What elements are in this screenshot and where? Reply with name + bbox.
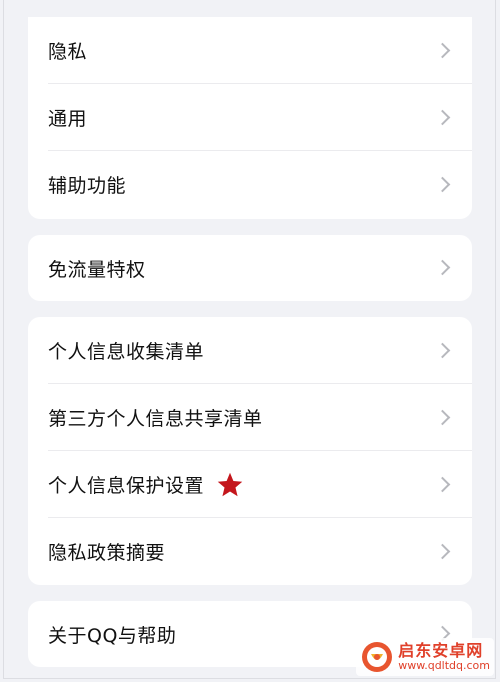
- settings-item-label: 个人信息保护设置: [48, 475, 205, 497]
- chevron-right-icon: [434, 543, 451, 559]
- chevron-right-icon: [434, 259, 451, 276]
- settings-item-label: 通用: [48, 108, 88, 130]
- settings-item-label: 关于QQ与帮助: [48, 624, 177, 647]
- chevron-right-icon: [434, 176, 451, 192]
- chevron-right-icon: [434, 476, 451, 492]
- settings-item-info-collection-list[interactable]: 个人信息收集清单: [28, 317, 472, 384]
- chevron-right-icon: [434, 342, 451, 358]
- settings-item-third-party-sharing-list[interactable]: 第三方个人信息共享清单: [28, 384, 472, 451]
- chevron-right-icon: [434, 409, 451, 425]
- chevron-right-icon: [434, 109, 451, 125]
- settings-item-label: 辅助功能: [48, 175, 127, 197]
- watermark-url: www.qdltdq.com: [398, 659, 490, 672]
- settings-item-label: 免流量特权: [48, 258, 146, 281]
- settings-item-privacy-policy-summary[interactable]: 隐私政策摘要: [28, 518, 472, 585]
- settings-item-label: 第三方个人信息共享清单: [48, 408, 263, 430]
- settings-item-privacy[interactable]: 隐私: [28, 17, 472, 84]
- watermark: 启东安卓网 www.qdltdq.com: [356, 638, 494, 676]
- settings-item-info-protection[interactable]: 个人信息保护设置: [28, 451, 472, 518]
- settings-item-accessibility[interactable]: 辅助功能: [28, 151, 472, 218]
- watermark-title: 启东安卓网: [398, 641, 484, 660]
- settings-item-label: 个人信息收集清单: [48, 341, 205, 363]
- settings-group-data: 免流量特权: [28, 235, 472, 301]
- star-icon: [217, 472, 243, 496]
- watermark-logo-icon: [362, 642, 393, 672]
- settings-item-label: 隐私: [48, 41, 88, 63]
- settings-group-personal-info: 个人信息收集清单 第三方个人信息共享清单 个人信息保护设置 隐私政策摘要: [28, 317, 472, 585]
- settings-item-label: 隐私政策摘要: [48, 542, 166, 564]
- settings-item-free-data[interactable]: 免流量特权: [28, 235, 472, 301]
- settings-group-general: 隐私 通用 辅助功能: [28, 17, 472, 219]
- settings-item-general[interactable]: 通用: [28, 84, 472, 151]
- chevron-right-icon: [434, 42, 451, 58]
